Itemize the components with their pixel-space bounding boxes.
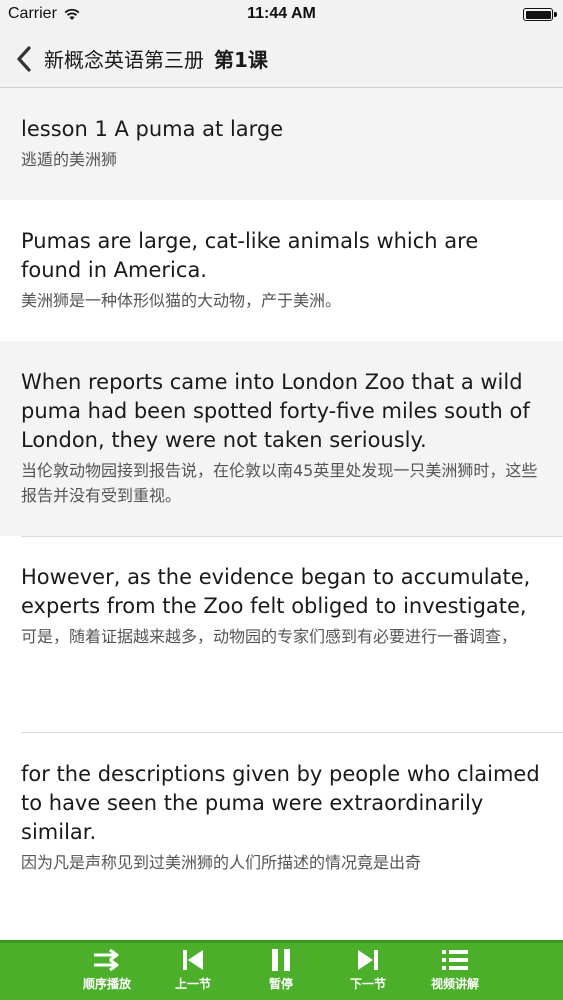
sentence-row[interactable]: lesson 1 A puma at large 逃遁的美洲狮 <box>0 88 563 200</box>
nav-bar: 新概念英语第三册 第1课 <box>0 30 563 88</box>
sentence-list[interactable]: lesson 1 A puma at large 逃遁的美洲狮 Pumas ar… <box>0 88 563 871</box>
pause-icon <box>272 949 290 971</box>
next-section-button[interactable]: 下一节 <box>323 947 413 992</box>
sentence-row-highlighted[interactable]: When reports came into London Zoo that a… <box>0 341 563 536</box>
sentence-chinese: 逃遁的美洲狮 <box>21 150 118 169</box>
skip-forward-icon <box>358 950 378 970</box>
pause-button[interactable]: 暂停 <box>236 947 326 992</box>
next-section-label: 下一节 <box>349 977 386 991</box>
battery-icon <box>523 8 557 21</box>
status-bar: Carrier 11:44 AM <box>0 0 563 30</box>
sequential-play-label: 顺序播放 <box>82 977 131 991</box>
sequential-play-button[interactable]: 顺序播放 <box>62 947 152 992</box>
sentence-english: However, as the evidence began to accumu… <box>21 565 531 618</box>
sentence-row[interactable]: Pumas are large, cat-like animals which … <box>0 200 563 341</box>
nav-title: 新概念英语第三册 <box>44 48 204 72</box>
pause-label: 暂停 <box>268 977 293 991</box>
prev-section-label: 上一节 <box>174 977 211 991</box>
sentence-row[interactable]: for the descriptions given by people who… <box>0 733 563 871</box>
sentence-english: When reports came into London Zoo that a… <box>21 370 530 452</box>
video-lecture-button[interactable]: 视频讲解 <box>410 947 500 992</box>
shuffle-arrows-icon <box>94 948 119 972</box>
back-chevron-icon[interactable] <box>14 44 36 74</box>
status-time: 11:44 AM <box>247 5 316 22</box>
sentence-chinese: 美洲狮是一种体形似猫的大动物，产于美洲。 <box>21 291 342 310</box>
sentence-english: lesson 1 A puma at large <box>21 117 284 141</box>
prev-section-button[interactable]: 上一节 <box>148 947 238 992</box>
skip-back-icon <box>183 950 203 970</box>
sentence-english: Pumas are large, cat-like animals which … <box>21 229 479 282</box>
nav-lesson-number: 第1课 <box>214 48 268 72</box>
sentence-english: for the descriptions given by people who… <box>21 762 540 844</box>
sentence-chinese: 可是，随着证据越来越多，动物园的专家们感到有必要进行一番调查， <box>21 627 518 646</box>
sentence-chinese: 当伦敦动物园接到报告说，在伦敦以南45英里处发现一只美洲狮时，这些报告并没有受到… <box>21 461 538 505</box>
playback-toolbar: 顺序播放 上一节 暂停 下一节 视频讲解 <box>0 940 563 1000</box>
list-icon <box>442 950 468 970</box>
video-lecture-label: 视频讲解 <box>430 977 479 991</box>
sentence-chinese: 因为凡是声称见到过美洲狮的人们所描述的情况竟是出奇 <box>21 853 422 871</box>
sentence-row[interactable]: However, as the evidence began to accumu… <box>0 537 563 732</box>
